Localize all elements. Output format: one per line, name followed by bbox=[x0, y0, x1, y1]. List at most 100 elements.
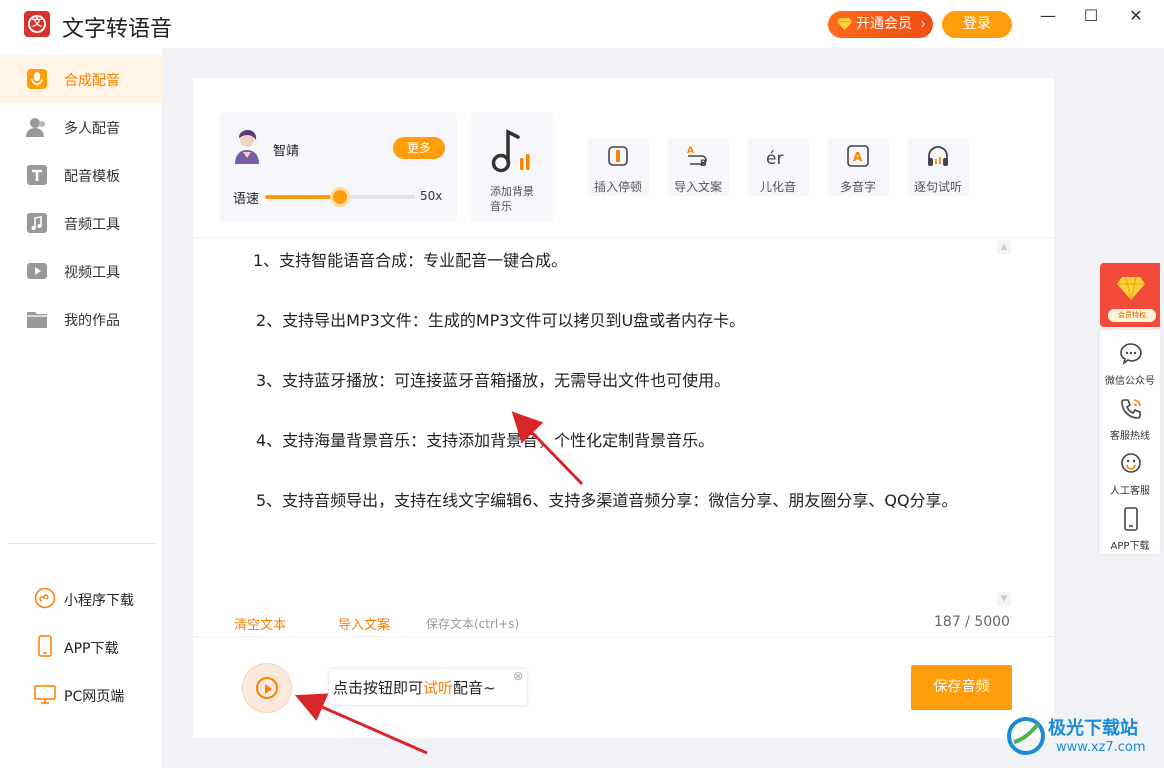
editor-divider bbox=[193, 636, 1054, 637]
tool-label: 导入文案 bbox=[673, 180, 722, 194]
sidebar-item-multi-dubbing[interactable]: 多人配音 bbox=[0, 103, 163, 151]
wechat-official-link[interactable]: 微信公众号 bbox=[1100, 334, 1160, 389]
sidebar-item-label: 视频工具 bbox=[64, 265, 120, 281]
wechat-icon bbox=[1120, 343, 1142, 365]
float-panel: 微信公众号 客服热线 人工客服 APP下载 bbox=[1100, 330, 1160, 554]
float-item-label: 客服热线 bbox=[1110, 431, 1150, 442]
users-icon bbox=[26, 118, 45, 137]
svg-text:A: A bbox=[853, 150, 863, 164]
import-text-link[interactable]: 导入文案 bbox=[338, 614, 390, 633]
sidebar-item-templates[interactable]: 配音模板 bbox=[0, 151, 163, 199]
folder-icon bbox=[27, 312, 47, 328]
tip-close-icon[interactable]: ⊗ bbox=[513, 657, 523, 695]
bottom-item-label: 小程序下载 bbox=[64, 593, 134, 609]
clear-text-link[interactable]: 清空文本 bbox=[234, 614, 286, 633]
voice-name: 智靖 bbox=[273, 144, 300, 159]
tool-label: 儿化音 bbox=[759, 180, 796, 194]
vip-button[interactable]: 开通会员 › bbox=[828, 11, 933, 38]
speed-value: 50x bbox=[420, 189, 443, 203]
app-download-link[interactable]: APP下载 bbox=[0, 626, 163, 666]
editor-paragraph: 1、支持智能语音合成：专业配音一键合成。 bbox=[253, 251, 568, 270]
speed-slider-fill bbox=[265, 195, 340, 199]
sidebar-item-label: 我的作品 bbox=[64, 313, 120, 329]
hotline-icon bbox=[1121, 399, 1141, 419]
float-item-label: 微信公众号 bbox=[1105, 376, 1155, 387]
sidebar-item-label: 配音模板 bbox=[64, 169, 120, 185]
avatar[interactable] bbox=[233, 130, 263, 164]
watermark-title: 极光下载站 bbox=[1048, 718, 1138, 739]
pc-web-link[interactable]: PC网页端 bbox=[0, 674, 163, 714]
erhua-icon: ér bbox=[766, 149, 783, 168]
app-download-float-link[interactable]: APP下载 bbox=[1100, 499, 1160, 554]
chevron-right-icon: › bbox=[920, 17, 926, 32]
editor-paragraph: 3、支持蓝牙播放：可连接蓝牙音箱播放，无需导出文件也可使用。 bbox=[256, 371, 731, 390]
vip-label: 开通会员 bbox=[856, 16, 912, 32]
main-panel: 智靖 更多 语速 50x 添加背景 音乐 插入停顿 AB 导入文案 ér 儿化音 … bbox=[193, 78, 1054, 738]
sentence-preview-button[interactable]: 逐句试听 bbox=[907, 138, 969, 196]
save-text-link[interactable]: 保存文本(ctrl+s) bbox=[426, 615, 519, 632]
title-bar: 文 文字转语音 开通会员 › 登录 — ☐ ✕ bbox=[0, 0, 1164, 48]
monitor-icon bbox=[34, 685, 56, 704]
sidebar-item-video-tools[interactable]: 视频工具 bbox=[0, 247, 163, 295]
editor-toolbar: 清空文本 导入文案 保存文本(ctrl+s) 187 / 5000 bbox=[193, 614, 1054, 636]
watermark: 极光下载站 www.xz7.com bbox=[1004, 710, 1162, 766]
bottom-item-label: APP下载 bbox=[64, 641, 119, 657]
vip-badge: 会员特权 bbox=[1108, 309, 1156, 322]
char-count: 187 / 5000 bbox=[934, 614, 1010, 630]
headphones-icon bbox=[928, 146, 948, 166]
speed-slider[interactable] bbox=[265, 187, 415, 207]
crown-diamond-icon bbox=[1117, 276, 1145, 301]
polyphone-button[interactable]: A 多音字 bbox=[827, 138, 889, 196]
sidebar-item-audio-tools[interactable]: 音频工具 bbox=[0, 199, 163, 247]
voice-card: 智靖 更多 语速 50x bbox=[219, 112, 457, 222]
music-icon bbox=[27, 213, 47, 233]
mobile-icon bbox=[1124, 507, 1138, 531]
import-text-button[interactable]: AB 导入文案 bbox=[667, 138, 729, 196]
app-logo: 文 bbox=[24, 11, 50, 37]
speed-slider-handle[interactable] bbox=[330, 187, 350, 207]
sidebar-item-dubbing[interactable]: 合成配音 bbox=[0, 55, 163, 103]
editor-paragraph: 5、支持音频导出，支持在线文字编辑6、支持多渠道音频分享：微信分享、朋友圈分享、… bbox=[256, 491, 958, 510]
sidebar-divider bbox=[8, 543, 156, 544]
minimize-button[interactable]: — bbox=[1036, 4, 1060, 28]
editor-paragraph: 2、支持导出MP3文件：生成的MP3文件可以拷贝到U盘或者内存卡。 bbox=[256, 311, 746, 330]
speed-label: 语速 bbox=[233, 192, 260, 207]
add-bgm-button[interactable]: 添加背景 音乐 bbox=[470, 112, 554, 222]
hotline-link[interactable]: 客服热线 bbox=[1100, 389, 1160, 444]
sidebar-item-label: 多人配音 bbox=[64, 121, 120, 137]
pause-insert-icon bbox=[608, 146, 628, 166]
scroll-down-arrow[interactable]: ▼ bbox=[997, 592, 1011, 606]
maximize-button[interactable]: ☐ bbox=[1079, 4, 1103, 28]
miniprogram-download-link[interactable]: 小程序下载 bbox=[0, 578, 163, 618]
sidebar-item-label: 合成配音 bbox=[64, 73, 120, 89]
preview-tip: 点击按钮即可试听配音~ ⊗ bbox=[328, 668, 528, 706]
text-editor[interactable]: 1、支持智能语音合成：专业配音一键合成。 2、支持导出MP3文件：生成的MP3文… bbox=[220, 246, 1000, 546]
service-icon bbox=[1121, 453, 1141, 473]
customer-service-link[interactable]: 人工客服 bbox=[1100, 444, 1160, 499]
svg-text:A: A bbox=[687, 146, 694, 156]
watermark-logo-icon bbox=[1007, 717, 1045, 755]
more-voices-button[interactable]: 更多 bbox=[393, 137, 445, 159]
app-title: 文字转语音 bbox=[62, 17, 173, 42]
float-item-label: 人工客服 bbox=[1110, 486, 1150, 497]
save-audio-button[interactable]: 保存音频 bbox=[911, 665, 1012, 710]
vip-privilege-button[interactable]: 会员特权 bbox=[1100, 263, 1160, 327]
editor-paragraph: 4、支持海量背景音乐：支持添加背景音，个性化定制背景音乐。 bbox=[256, 431, 715, 450]
erhua-button[interactable]: ér 儿化音 bbox=[747, 138, 809, 196]
insert-pause-button[interactable]: 插入停顿 bbox=[587, 138, 649, 196]
microphone-icon bbox=[27, 69, 47, 89]
diamond-icon bbox=[837, 18, 852, 30]
sidebar: 合成配音 多人配音 配音模板 音频工具 视频工具 我的作品 小程序下载 APP下… bbox=[0, 48, 163, 768]
add-bgm-label: 添加背景 音乐 bbox=[490, 185, 534, 213]
import-text-icon: AB bbox=[687, 146, 707, 168]
tool-label: 插入停顿 bbox=[593, 180, 642, 194]
close-button[interactable]: ✕ bbox=[1124, 4, 1148, 28]
preview-play-button[interactable] bbox=[242, 663, 292, 713]
login-button[interactable]: 登录 bbox=[942, 11, 1012, 38]
polyphone-icon: A bbox=[847, 145, 869, 167]
template-icon bbox=[27, 165, 47, 185]
sidebar-item-my-works[interactable]: 我的作品 bbox=[0, 295, 163, 343]
miniprogram-icon bbox=[34, 587, 56, 609]
editor-divider bbox=[193, 237, 1054, 238]
phone-icon bbox=[38, 635, 52, 657]
